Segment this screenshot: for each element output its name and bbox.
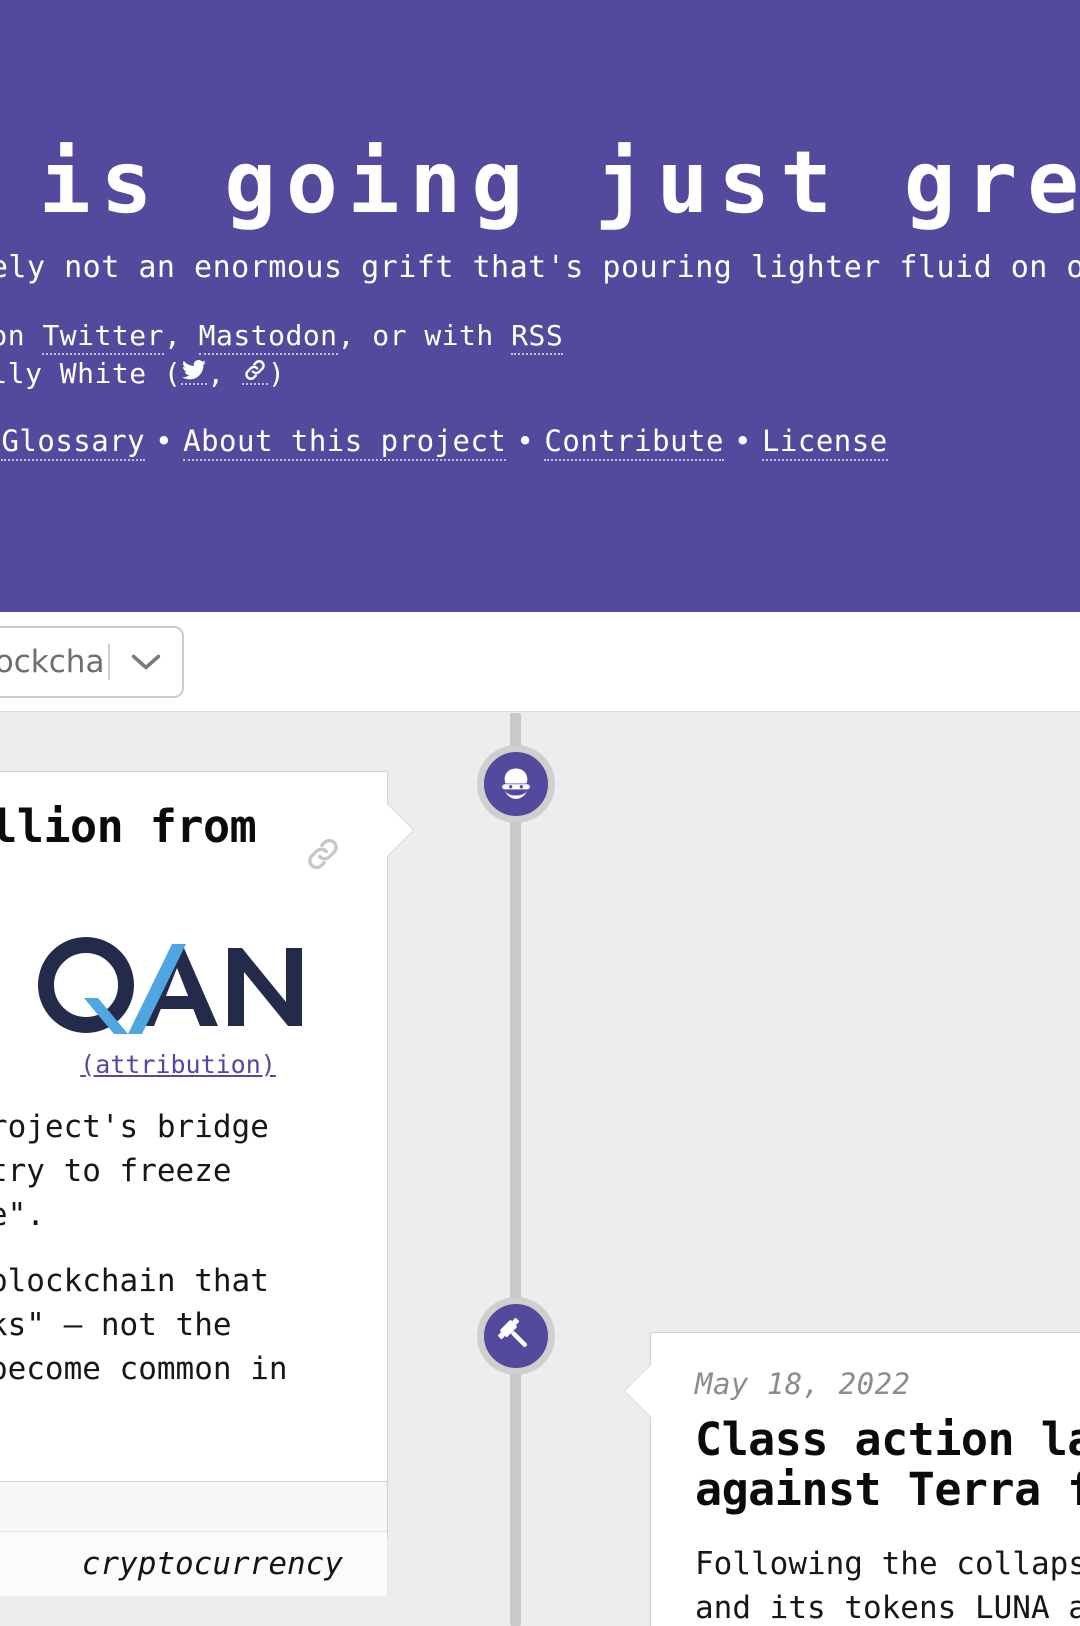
nav-separator: • (516, 424, 535, 458)
card-body: May 18, 2022 Class action lawsuit filed … (651, 1333, 1080, 1626)
site-header: Web3 is going just great and is definite… (0, 0, 1080, 612)
site-title: Web3 is going just great (0, 133, 1080, 233)
timeline-marker-gavel[interactable] (477, 1297, 555, 1375)
blockchain-filter-select[interactable]: Filter by blockchain (0, 626, 184, 698)
byline-prefix: A project by Molly White ( (0, 357, 182, 390)
timeline-entry-card[interactable]: May 18, 2022 Class action lawsuit filed … (625, 1332, 1080, 1626)
nav-separator: • (733, 424, 752, 458)
card-notch (625, 1365, 651, 1417)
entry-title: Class action lawsuit filed against Terra… (695, 1413, 1080, 1517)
timeline-entry-card[interactable]: Hacker steals $2 million from blockchain… (0, 771, 413, 1596)
timeline-marker-hacker[interactable] (477, 745, 555, 823)
mastodon-link[interactable]: Mastodon (198, 319, 338, 355)
header-nav: What is web3?•Glossary•About this projec… (0, 424, 888, 461)
nav-separator: • (155, 424, 174, 458)
entry-paragraph: Following the collapse of the Terra ecos… (695, 1545, 1080, 1626)
entry-text: Following the collapse of the Terra ecos… (695, 1542, 1080, 1626)
twitter-link[interactable]: Twitter (42, 319, 164, 355)
timeline: Hacker steals $2 million from blockchain… (0, 713, 1080, 1626)
follow-joiner: , or with (337, 319, 512, 352)
card-body: Hacker steals $2 million from blockchain… (0, 772, 387, 1481)
byline-suffix: ) (268, 357, 286, 390)
entry-date: May 18, 2022 (695, 1367, 911, 1401)
tag-cryptocurrency[interactable]: cryptocurrency (82, 1546, 343, 1582)
nav-glossary[interactable]: Glossary (1, 424, 146, 461)
entry-text: (attribution) An attacker stole around $… (0, 929, 343, 1435)
twitter-icon[interactable] (181, 357, 208, 385)
card-notch (387, 804, 413, 856)
byline: A project by Molly White (, ) (0, 356, 563, 394)
byline-comma: , (207, 357, 243, 390)
hacker-icon (496, 764, 536, 804)
entry-title: Hacker steals $2 million from blockchain… (0, 800, 257, 853)
site-tagline: and is definitely not an enormous grift … (0, 250, 1080, 285)
entry-paragraph: QAN advertises itself as a blockchain th… (0, 1262, 288, 1387)
blockchain-filter-value: Filter by blockchain (0, 644, 104, 680)
follow-line: Follow updates on Twitter, Mastodon, or … (0, 318, 564, 356)
header-meta: Follow updates on Twitter, Mastodon, or … (0, 318, 564, 394)
card-tags: cryptocurrency (0, 1530, 387, 1596)
link-icon[interactable] (242, 357, 269, 385)
chevron-down-icon[interactable] (110, 651, 182, 673)
gavel-icon (496, 1316, 536, 1356)
filter-bar: Filter by blockchain (0, 612, 1080, 712)
card-footer-spacer (0, 1480, 387, 1531)
rss-link[interactable]: RSS (511, 319, 564, 355)
qan-logo (38, 936, 302, 1034)
nav-about-this-project[interactable]: About this project (183, 424, 507, 461)
nav-contribute[interactable]: Contribute (544, 424, 724, 461)
follow-comma: , (163, 319, 199, 352)
attribution-link[interactable]: (attribution) (80, 1047, 276, 1083)
entry-figure: (attribution) (13, 929, 343, 1085)
nav-license[interactable]: License (761, 424, 888, 461)
permalink-link-icon[interactable] (303, 834, 343, 874)
timeline-line (510, 713, 521, 1626)
follow-prefix: Follow updates on (0, 319, 26, 352)
